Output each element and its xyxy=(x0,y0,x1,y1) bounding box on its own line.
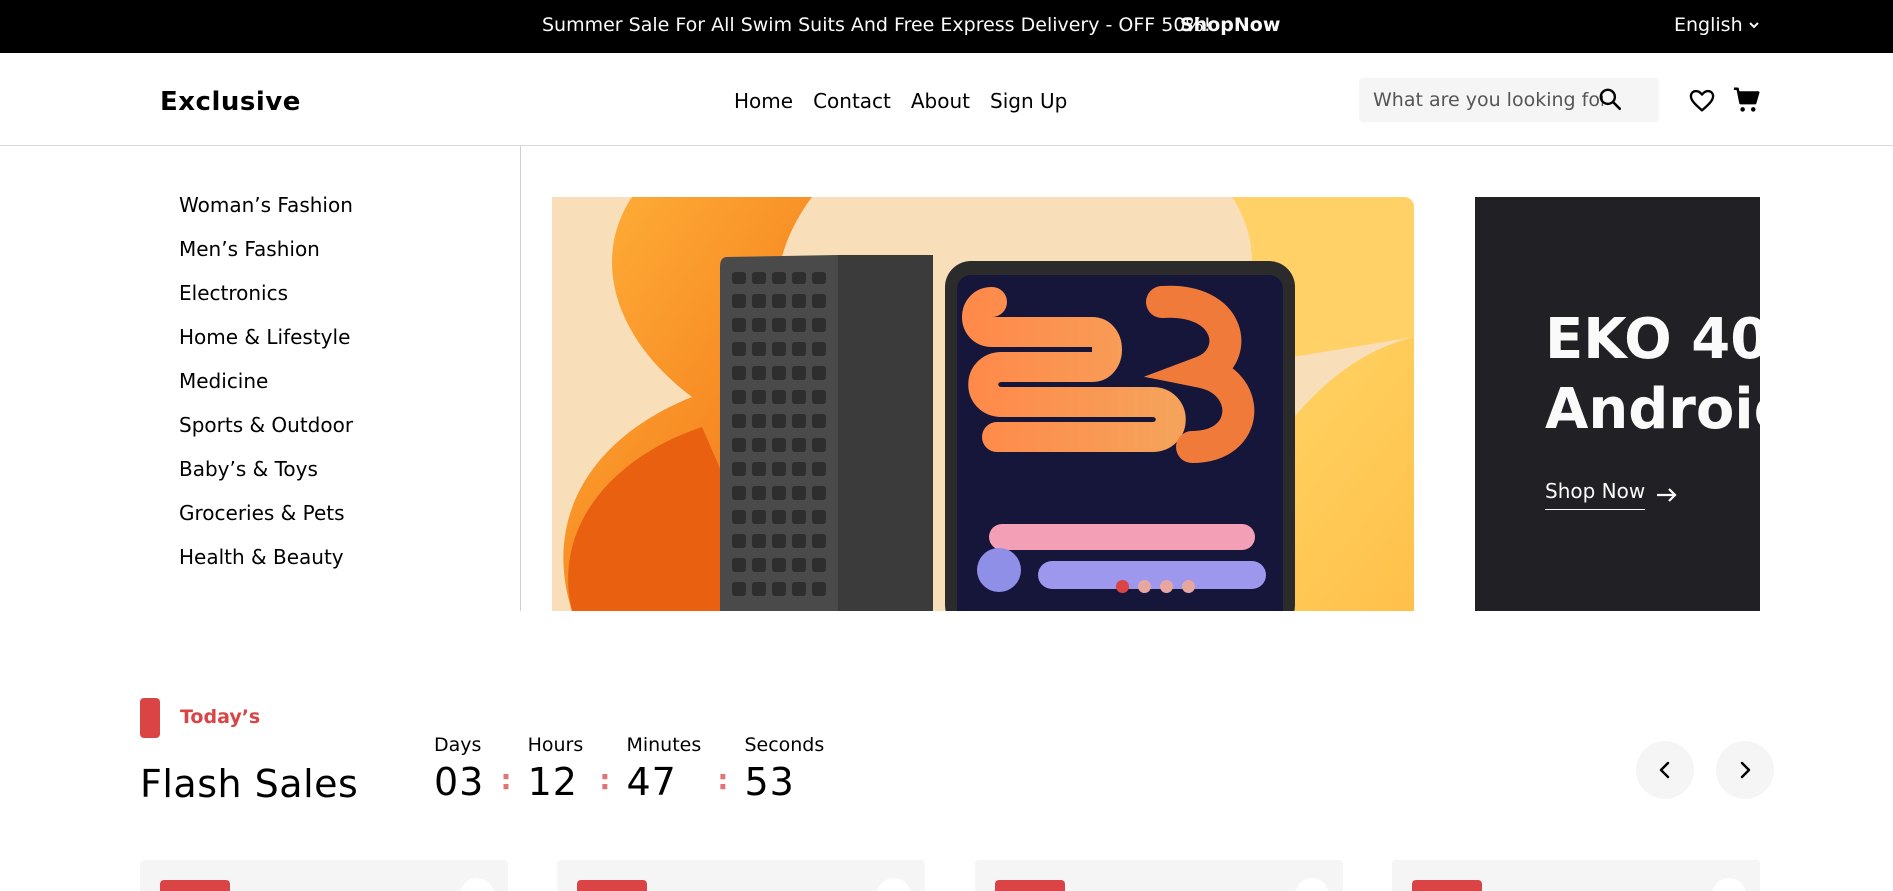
category-health-beauty[interactable]: Health & Beauty xyxy=(179,542,353,586)
shop-now-link[interactable]: ShopNow xyxy=(1180,14,1280,36)
search-input[interactable] xyxy=(1373,86,1603,114)
timer-seconds: Seconds 53 xyxy=(744,734,824,804)
timer-minutes-label: Minutes xyxy=(626,734,702,756)
timer-days: Days 03 xyxy=(434,734,484,804)
hero-title: EKO 40 Android xyxy=(1545,305,1760,445)
discount-badge xyxy=(995,880,1065,891)
category-list: Woman’s Fashion Men’s Fashion Electronic… xyxy=(179,190,353,586)
countdown-timer: Days 03 : Hours 12 : Minutes 47 : Second… xyxy=(434,734,824,804)
language-label: English xyxy=(1674,14,1743,36)
carousel-dot-1[interactable] xyxy=(1116,580,1129,593)
nav-home[interactable]: Home xyxy=(734,89,793,113)
timer-separator: : xyxy=(500,763,512,796)
timer-hours-label: Hours xyxy=(527,734,584,756)
carousel-dot-4[interactable] xyxy=(1182,580,1195,593)
sidebar-divider xyxy=(520,146,521,611)
discount-badge xyxy=(577,880,647,891)
promo-text: Summer Sale For All Swim Suits And Free … xyxy=(542,14,1212,36)
timer-hours: Hours 12 xyxy=(528,734,584,804)
timer-separator: : xyxy=(599,763,611,796)
hero-promo-panel: EKO 40 Android Shop Now xyxy=(1475,197,1760,611)
heart-icon[interactable] xyxy=(1688,87,1716,115)
category-electronics[interactable]: Electronics xyxy=(179,278,353,322)
timer-separator: : xyxy=(717,763,729,796)
cart-icon[interactable] xyxy=(1732,85,1762,115)
nav-contact[interactable]: Contact xyxy=(813,89,891,113)
main-nav: Home Contact About Sign Up xyxy=(734,89,1067,113)
timer-minutes-value: 47 xyxy=(626,760,677,804)
nav-sign-up[interactable]: Sign Up xyxy=(990,89,1067,113)
timer-days-label: Days xyxy=(434,734,482,756)
timer-minutes: Minutes 47 xyxy=(626,734,701,804)
hero-banner-image[interactable] xyxy=(552,197,1414,611)
timer-seconds-label: Seconds xyxy=(744,734,825,756)
category-home-lifestyle[interactable]: Home & Lifestyle xyxy=(179,322,353,366)
hero-title-line-1: EKO 40 xyxy=(1545,307,1760,372)
hero-shop-now-label: Shop Now xyxy=(1545,479,1646,510)
category-sports-outdoor[interactable]: Sports & Outdoor xyxy=(179,410,353,454)
site-logo[interactable]: Exclusive xyxy=(160,87,301,117)
discount-badge xyxy=(1412,880,1482,891)
section-tag: Today’s xyxy=(180,706,261,728)
category-womans-fashion[interactable]: Woman’s Fashion xyxy=(179,190,353,234)
product-card[interactable] xyxy=(557,860,925,891)
arrow-right-icon xyxy=(1657,487,1677,502)
carousel-dots xyxy=(1116,580,1195,593)
nav-about[interactable]: About xyxy=(911,89,970,113)
section-tag-bar xyxy=(140,698,160,738)
timer-hours-value: 12 xyxy=(527,760,578,804)
section-title: Flash Sales xyxy=(140,762,359,806)
keyboard-graphic xyxy=(720,255,933,611)
carousel-next-button[interactable] xyxy=(1716,741,1774,799)
carousel-prev-button[interactable] xyxy=(1636,741,1694,799)
product-card[interactable] xyxy=(975,860,1343,891)
wishlist-button[interactable] xyxy=(1295,878,1329,891)
hero-shop-now-button[interactable]: Shop Now xyxy=(1545,479,1679,510)
site-header: Exclusive Home Contact About Sign Up xyxy=(0,53,1893,146)
search-box xyxy=(1359,78,1659,122)
category-groceries-pets[interactable]: Groceries & Pets xyxy=(179,498,353,542)
carousel-dot-2[interactable] xyxy=(1138,580,1151,593)
announcement-bar: Summer Sale For All Swim Suits And Free … xyxy=(0,0,1893,53)
arrow-right-icon xyxy=(1740,761,1751,779)
product-card[interactable] xyxy=(140,860,508,891)
wishlist-button[interactable] xyxy=(1712,878,1746,891)
carousel-dot-3[interactable] xyxy=(1160,580,1173,593)
arrow-left-icon xyxy=(1659,761,1670,779)
product-card[interactable] xyxy=(1392,860,1760,891)
category-mens-fashion[interactable]: Men’s Fashion xyxy=(179,234,353,278)
tablet-graphic xyxy=(945,261,1295,611)
category-babys-toys[interactable]: Baby’s & Toys xyxy=(179,454,353,498)
timer-days-value: 03 xyxy=(434,760,485,804)
discount-badge xyxy=(160,880,230,891)
language-selector[interactable]: English xyxy=(1674,14,1761,36)
timer-seconds-value: 53 xyxy=(744,760,795,804)
search-icon[interactable] xyxy=(1597,86,1623,112)
wishlist-button[interactable] xyxy=(877,878,911,891)
chevron-down-icon xyxy=(1748,22,1759,29)
wishlist-button[interactable] xyxy=(460,878,494,891)
category-medicine[interactable]: Medicine xyxy=(179,366,353,410)
tablet-illustration xyxy=(552,197,1414,611)
hero-title-line-2: Android xyxy=(1545,377,1760,442)
